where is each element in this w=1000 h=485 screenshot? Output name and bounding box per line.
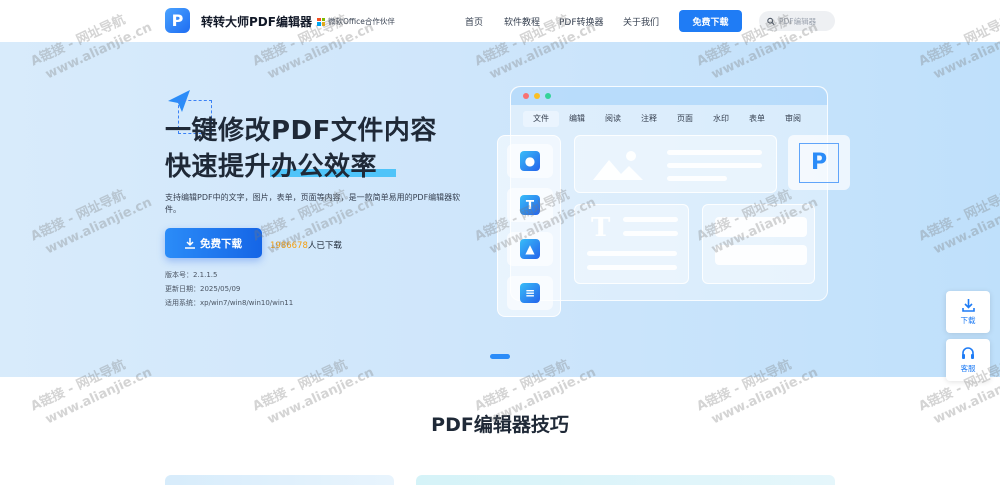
text-panel: T [574,204,689,284]
illustration-tab-annotate: 注释 [641,114,657,123]
download-icon [961,298,975,312]
image-tool: ▲ [507,232,553,266]
hero-download-label: 免费下载 [200,237,242,250]
text-icon: T [520,195,540,215]
text-line [667,150,762,155]
download-count-suffix: 人已下载 [307,241,342,251]
microsoft-logo-icon [317,17,325,26]
illustration-tab-page: 页面 [677,114,693,123]
text-line [623,217,678,222]
illustration-tab-watermark: 水印 [713,114,729,123]
update-date: 更新日期：2025/05/09 [165,285,241,293]
illustration-tab-form: 表单 [749,114,765,123]
system-requirements: 适用系统：xp/win7/win8/win10/win11 [165,299,294,307]
hero-title-line1: 一键修改PDF文件内容 [165,116,437,146]
search-box[interactable] [759,11,835,31]
download-icon [185,237,195,249]
form-field [715,245,807,265]
hero-title-line2: 快速提升办公效率 [165,152,378,182]
illustration-tabs: 文件 编辑 阅读 注释 页面 水印 表单 审阅 [523,111,811,127]
float-service-button[interactable]: 客服 [946,339,990,381]
logo-card: P [788,135,850,190]
illustration-tab-read: 阅读 [605,114,621,123]
logo-letter: P [171,11,184,30]
image-icon: ▲ [520,239,540,259]
site-header: P 转转大师PDF编辑器 微软Office合作伙伴 首页 软件教程 PDF转换器… [0,0,1000,42]
maximize-dot-icon [545,93,551,99]
float-download-label: 下载 [960,315,976,325]
illustration-tab-file: 文件 [523,111,559,127]
text-format-icon: T [591,213,611,243]
brand-name[interactable]: 转转大师PDF编辑器 [201,13,312,30]
logo-selection: P [799,142,839,183]
minimize-dot-icon [534,93,540,99]
headset-icon [962,346,974,359]
text-line [587,265,677,270]
tips-card[interactable] [165,475,394,485]
text-line [667,163,762,168]
download-count: 1986678人已下载 [270,239,342,251]
illustration-tab-edit: 编辑 [569,114,585,123]
hero-banner: 一键修改PDF文件内容 快速提升办公效率 支持编辑PDF中的文字，图片，表单，页… [0,42,1000,377]
landscape-image-icon [593,151,643,180]
partner-tag: 微软Office合作伙伴 [317,16,395,27]
document-icon: ≡ [520,283,540,303]
text-line [587,251,677,256]
hero-description: 支持编辑PDF中的文字，图片，表单，页面等内容，是一款简单易用的PDF编辑器软件… [165,193,461,214]
download-count-number: 1986678 [270,241,308,251]
form-panel [702,204,815,284]
form-field [715,217,807,237]
illustration-titlebar [511,87,827,105]
illustration-tab-review: 审阅 [785,114,801,123]
tips-card[interactable] [416,475,835,485]
section-title: PDF编辑器技巧 [431,414,569,436]
version-info: 版本号：2.1.1.5 [165,271,218,279]
text-line [667,176,727,181]
logo-icon[interactable]: P [165,8,190,33]
text-line [623,231,678,236]
float-download-button[interactable]: 下载 [946,291,990,333]
image-panel [574,135,777,193]
search-icon[interactable] [767,17,775,26]
nav-pdf-converter[interactable]: PDF转换器 [559,15,604,28]
camera-icon: ● [520,151,540,171]
partner-tag-label: 微软Office合作伙伴 [328,17,395,26]
camera-tool: ● [507,144,553,178]
nav-tutorials[interactable]: 软件教程 [504,15,540,28]
float-service-label: 客服 [960,363,976,373]
app-logo-icon: P [810,150,828,175]
hero-download-button[interactable]: 免费下载 [165,228,262,258]
header-download-button[interactable]: 免费下载 [679,10,742,32]
close-dot-icon [523,93,529,99]
carousel-indicator[interactable] [490,354,510,359]
text-tool: T [507,188,553,222]
document-tool: ≡ [507,276,553,310]
search-input[interactable] [779,16,835,26]
nav-about[interactable]: 关于我们 [623,15,659,28]
illustration-toolbar: ● T ▲ ≡ [497,135,561,317]
nav-home[interactable]: 首页 [465,15,483,28]
